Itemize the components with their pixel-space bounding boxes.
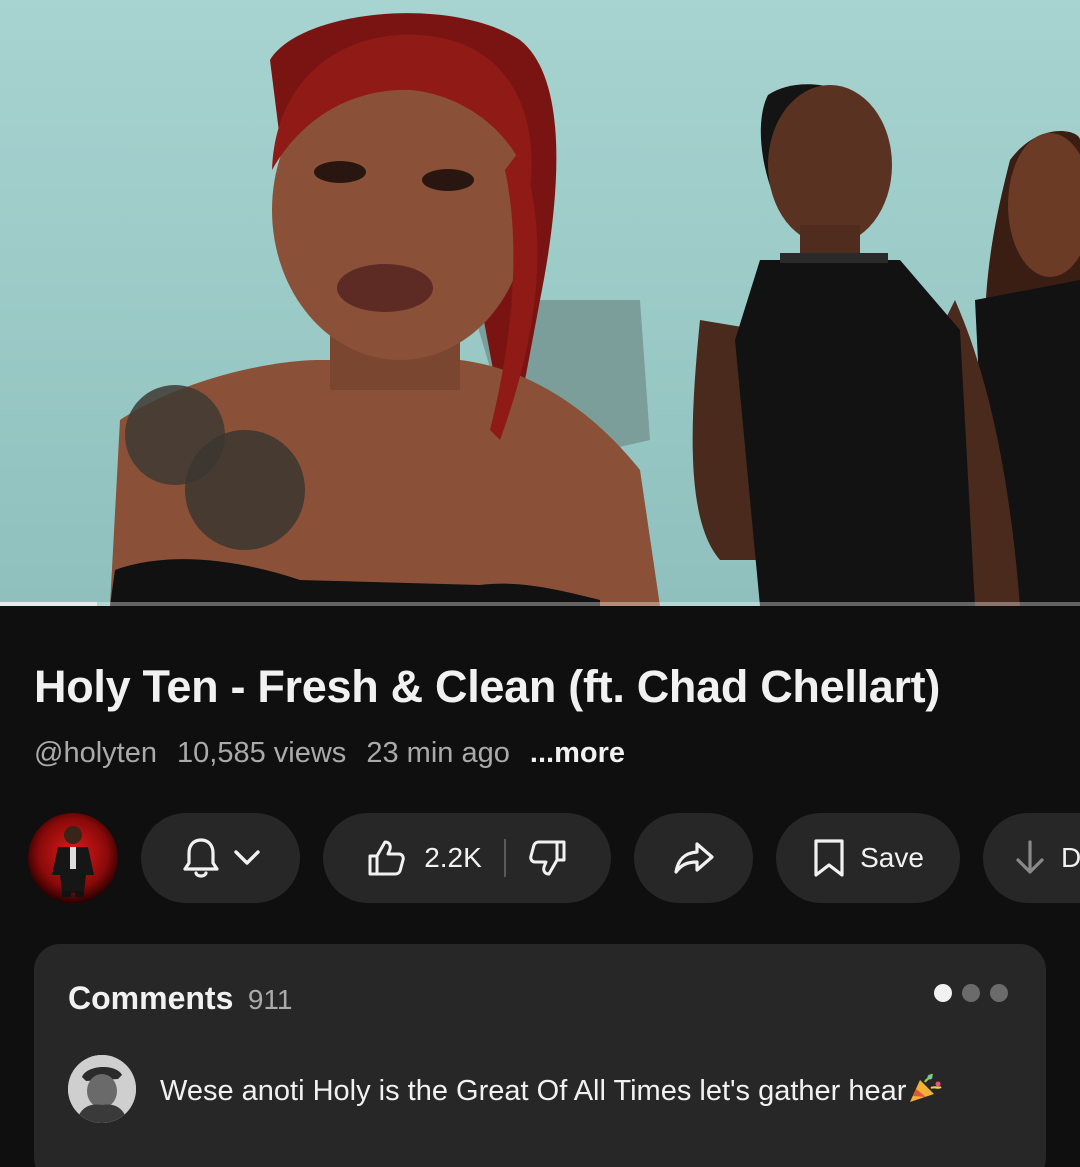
dislike-button[interactable] xyxy=(506,838,568,878)
like-button[interactable]: 2.2K xyxy=(366,838,504,878)
top-comment-text: Wese anoti Holy is the Great Of All Time… xyxy=(160,1075,907,1107)
like-count: 2.2K xyxy=(424,842,482,873)
chevron-down-icon xyxy=(233,850,260,865)
thumbs-down-icon xyxy=(529,840,566,876)
party-popper-icon xyxy=(910,1073,943,1102)
download-button[interactable]: D xyxy=(983,813,1080,903)
progress-played xyxy=(0,602,98,606)
channel-handle[interactable]: @holyten xyxy=(34,737,157,769)
save-label: Save xyxy=(860,842,924,873)
bell-icon xyxy=(182,838,219,878)
comments-card[interactable]: Comments 911 Wese anoti Holy is the Grea… xyxy=(34,944,1046,1167)
top-comment: Wese anoti Holy is the Great Of All Time… xyxy=(160,1072,1020,1108)
bookmark-icon xyxy=(814,839,844,877)
youtube-watch-page: Holy Ten - Fresh & Clean (ft. Chad Chell… xyxy=(0,0,1080,1167)
commenter-avatar-image xyxy=(68,1055,136,1123)
channel-avatar-image xyxy=(28,813,118,903)
dancer-middle xyxy=(692,84,1020,606)
carousel-dot xyxy=(990,984,1008,1002)
video-meta[interactable]: @holyten 10,585 views 23 min ago ...more xyxy=(34,737,637,770)
channel-avatar[interactable] xyxy=(28,813,118,903)
share-arrow-icon xyxy=(673,842,714,874)
carousel-dots xyxy=(934,984,1008,1002)
carousel-dot-active xyxy=(934,984,952,1002)
video-player[interactable] xyxy=(0,0,1080,606)
thumbs-up-icon xyxy=(368,840,405,876)
commenter-avatar[interactable] xyxy=(68,1055,136,1123)
upload-age: 23 min ago xyxy=(366,737,510,769)
comments-header: Comments 911 xyxy=(68,980,292,1017)
progress-bar[interactable] xyxy=(0,602,1080,606)
share-button[interactable] xyxy=(634,813,753,903)
video-title[interactable]: Holy Ten - Fresh & Clean (ft. Chad Chell… xyxy=(34,661,1064,713)
save-button[interactable]: Save xyxy=(776,813,960,903)
comments-count: 911 xyxy=(247,984,293,1015)
download-label: D xyxy=(1061,842,1080,873)
view-count: 10,585 views xyxy=(177,737,347,769)
carousel-dot xyxy=(962,984,980,1002)
download-icon xyxy=(1016,840,1044,874)
notifications-button[interactable] xyxy=(141,813,300,903)
more-link[interactable]: ...more xyxy=(530,737,625,769)
like-dislike-group: 2.2K xyxy=(323,813,611,903)
video-info-panel: Holy Ten - Fresh & Clean (ft. Chad Chell… xyxy=(0,607,1080,1167)
comments-label: Comments xyxy=(68,980,234,1016)
video-frame xyxy=(110,13,1080,606)
